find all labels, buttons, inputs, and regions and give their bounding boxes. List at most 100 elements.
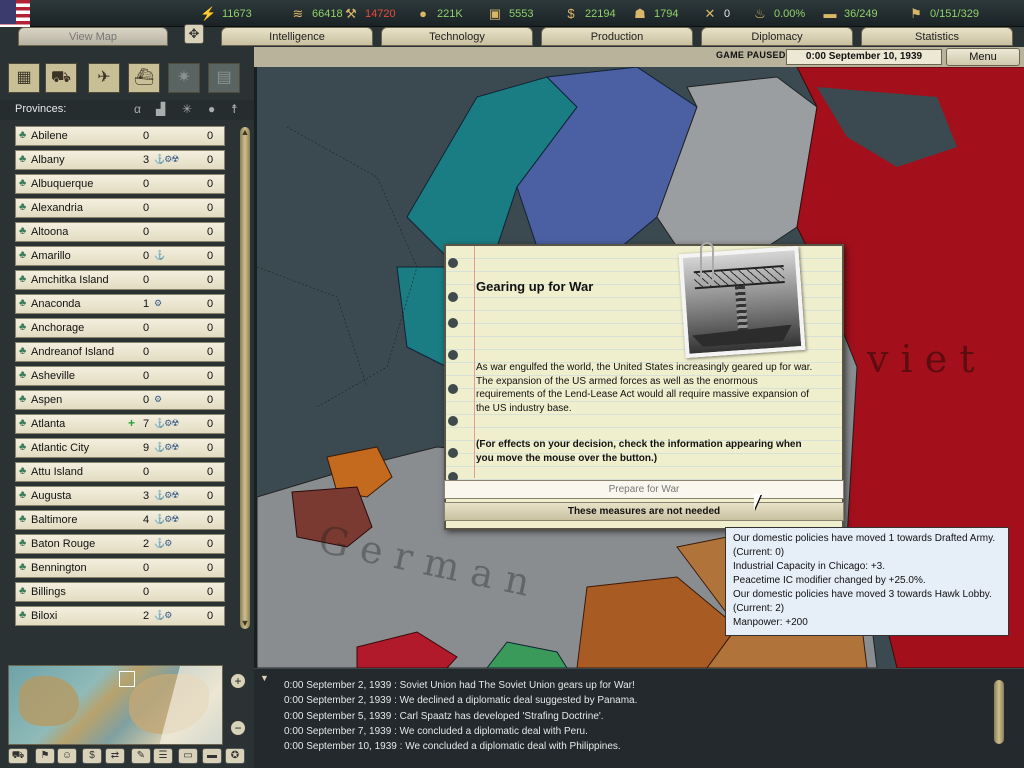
resource-rare-materials[interactable]: ⚒ 14720 <box>343 4 395 23</box>
province-name: Anchorage <box>31 322 85 334</box>
resource-oil[interactable]: ● 221K <box>415 4 463 23</box>
resource-dissent[interactable]: ♨ 0.00% <box>752 4 805 23</box>
land-units-mode-icon[interactable]: ⛟ <box>45 63 77 93</box>
terrain-mode-icon[interactable]: ▦ <box>8 63 40 93</box>
province-name: Amchitka Island <box>31 274 109 286</box>
flag-icon[interactable]: ⚑ <box>35 748 55 764</box>
game-date[interactable]: 0:00 September 10, 1939 <box>786 49 942 65</box>
province-icon: ♣ <box>19 249 27 261</box>
province-row[interactable]: ♣ Asheville 0 0 <box>15 366 225 386</box>
province-ic: 0 <box>143 586 150 598</box>
province-row[interactable]: ♣ Baltimore 4 ⚓⚙☢ 0 <box>15 510 225 530</box>
log-entry[interactable]: 0:00 September 2, 1939 : Soviet Union ha… <box>284 678 637 693</box>
units-icon[interactable]: ⛟ <box>8 748 28 764</box>
politics-icon[interactable]: ☰ <box>153 748 173 764</box>
convoy-icon: ▬ <box>823 5 837 21</box>
tab-statistics[interactable]: Statistics <box>861 27 1013 46</box>
resource-metal[interactable]: ≋ 66418 <box>290 4 343 23</box>
province-row[interactable]: ♣ Bennington 0 0 <box>15 558 225 578</box>
province-row[interactable]: ♣ Anchorage 0 0 <box>15 318 225 338</box>
resource-energy[interactable]: ⚡ 11673 <box>200 4 252 23</box>
tab-intelligence[interactable]: Intelligence <box>221 27 373 46</box>
zoom-in-icon[interactable]: + <box>230 673 246 689</box>
province-icon: ♣ <box>19 393 27 405</box>
menu-button[interactable]: Menu <box>946 48 1020 66</box>
tab-production[interactable]: Production <box>541 27 693 46</box>
research-icon[interactable]: ✎ <box>131 748 151 764</box>
province-row[interactable]: ♣ Amarillo 0 ⚓ 0 <box>15 246 225 266</box>
province-row[interactable]: ♣ Abilene 0 0 <box>15 126 225 146</box>
province-row[interactable]: ♣ Amchitka Island 0 0 <box>15 270 225 290</box>
log-scrollbar[interactable] <box>994 680 1004 744</box>
resource-transport[interactable]: ▬ 36/249 <box>822 4 878 23</box>
weather-mode-icon[interactable]: ✷ <box>168 63 200 93</box>
province-row[interactable]: ♣ Biloxi 2 ⚓⚙ 0 <box>15 606 225 626</box>
sort-oil-icon[interactable]: ● <box>208 102 215 116</box>
province-name: Attu Island <box>31 466 83 478</box>
ledger-icon[interactable]: ▭ <box>178 748 198 764</box>
province-name: Asheville <box>31 370 76 382</box>
resource-money[interactable]: $22194 <box>563 4 615 23</box>
trade-icon[interactable]: ⇄ <box>105 748 125 764</box>
production-icon[interactable]: ▬ <box>202 748 222 764</box>
province-value: 0 <box>207 442 214 454</box>
province-row[interactable]: ♣ Atlanta +7 ⚓⚙☢ 0 <box>15 414 225 434</box>
province-row[interactable]: ♣ Baton Rouge 2 ⚓⚙ 0 <box>15 534 225 554</box>
budget-icon[interactable]: $ <box>82 748 102 764</box>
province-row[interactable]: ♣ Anaconda 1 ⚙ 0 <box>15 294 225 314</box>
province-value: 0 <box>207 274 214 286</box>
supply-mode-icon[interactable]: ▤ <box>208 63 240 93</box>
province-row[interactable]: ♣ Albuquerque 0 0 <box>15 174 225 194</box>
log-collapse-icon[interactable]: ▼ <box>260 673 269 683</box>
province-name: Baltimore <box>31 514 78 526</box>
resource-nukes[interactable]: ✕ 0 <box>702 4 731 23</box>
province-icon: ♣ <box>19 585 27 597</box>
log-entry[interactable]: 0:00 September 7, 1939 : We concluded a … <box>284 724 637 739</box>
province-buildings-icon: ⚙ <box>154 298 162 308</box>
province-row[interactable]: ♣ Altoona 0 0 <box>15 222 225 242</box>
resource-supplies[interactable]: ▣ 5553 <box>487 4 534 23</box>
province-scrollbar[interactable] <box>240 127 250 629</box>
province-buildings-icon: ⚓⚙☢ <box>154 418 179 428</box>
air-mode-icon[interactable]: ✈ <box>88 63 120 93</box>
move-icon[interactable]: ✥ <box>184 24 204 44</box>
province-buildings-icon: ⚓⚙ <box>154 538 172 548</box>
province-row[interactable]: ♣ Atlantic City 9 ⚓⚙☢ 0 <box>15 438 225 458</box>
log-entry[interactable]: 0:00 September 2, 1939 : We declined a d… <box>284 693 637 708</box>
resource-manpower[interactable]: ☗ 1794 <box>632 4 678 23</box>
naval-mode-icon[interactable]: ⛴ <box>128 63 160 93</box>
log-entry[interactable]: 0:00 September 5, 1939 : Carl Spaatz has… <box>284 709 637 724</box>
resource-value: 0 <box>724 7 731 20</box>
resource-value: 221K <box>437 7 463 20</box>
sort-industry-icon[interactable]: ▟ <box>156 102 165 116</box>
log-entry[interactable]: 0:00 September 10, 1939 : We concluded a… <box>284 739 637 754</box>
minimap-viewport[interactable] <box>119 671 135 687</box>
tab-diplomacy[interactable]: Diplomacy <box>701 27 853 46</box>
achievement-icon[interactable]: ✪ <box>225 748 245 764</box>
metal-bars-icon: ≋ <box>292 5 304 21</box>
province-row[interactable]: ♣ Billings 0 0 <box>15 582 225 602</box>
leader-icon[interactable]: ☺ <box>57 748 77 764</box>
build-plus-icon[interactable]: + <box>128 416 135 430</box>
province-row[interactable]: ♣ Albany 3 ⚓⚙☢ 0 <box>15 150 225 170</box>
province-row[interactable]: ♣ Aspen 0 ⚙ 0 <box>15 390 225 410</box>
not-needed-button[interactable]: These measures are not needed <box>444 502 844 521</box>
province-row[interactable]: ♣ Augusta 3 ⚓⚙☢ 0 <box>15 486 225 506</box>
province-row[interactable]: ♣ Alexandria 0 0 <box>15 198 225 218</box>
sort-alpha-icon[interactable]: α <box>134 102 141 116</box>
province-row[interactable]: ♣ Andreanof Island 0 0 <box>15 342 225 362</box>
tab-technology[interactable]: Technology <box>381 27 533 46</box>
resource-ic[interactable]: ⚑ 0/151/329 <box>908 4 979 23</box>
province-ic: 0 <box>143 178 150 190</box>
tab-view-map[interactable]: View Map <box>18 27 168 46</box>
resource-value: 66418 <box>312 7 343 20</box>
sort-resource-icon[interactable]: ✳ <box>182 102 192 116</box>
province-icon: ♣ <box>19 513 27 525</box>
sort-manpower-icon[interactable]: ☨ <box>231 102 238 116</box>
prepare-for-war-button[interactable]: Prepare for War <box>444 480 844 499</box>
province-row[interactable]: ♣ Attu Island 0 0 <box>15 462 225 482</box>
zoom-out-icon[interactable]: − <box>230 720 246 736</box>
scroll-up-icon[interactable]: ▲ <box>238 127 252 139</box>
minimap[interactable] <box>8 665 223 745</box>
scroll-down-icon[interactable]: ▼ <box>238 618 252 630</box>
